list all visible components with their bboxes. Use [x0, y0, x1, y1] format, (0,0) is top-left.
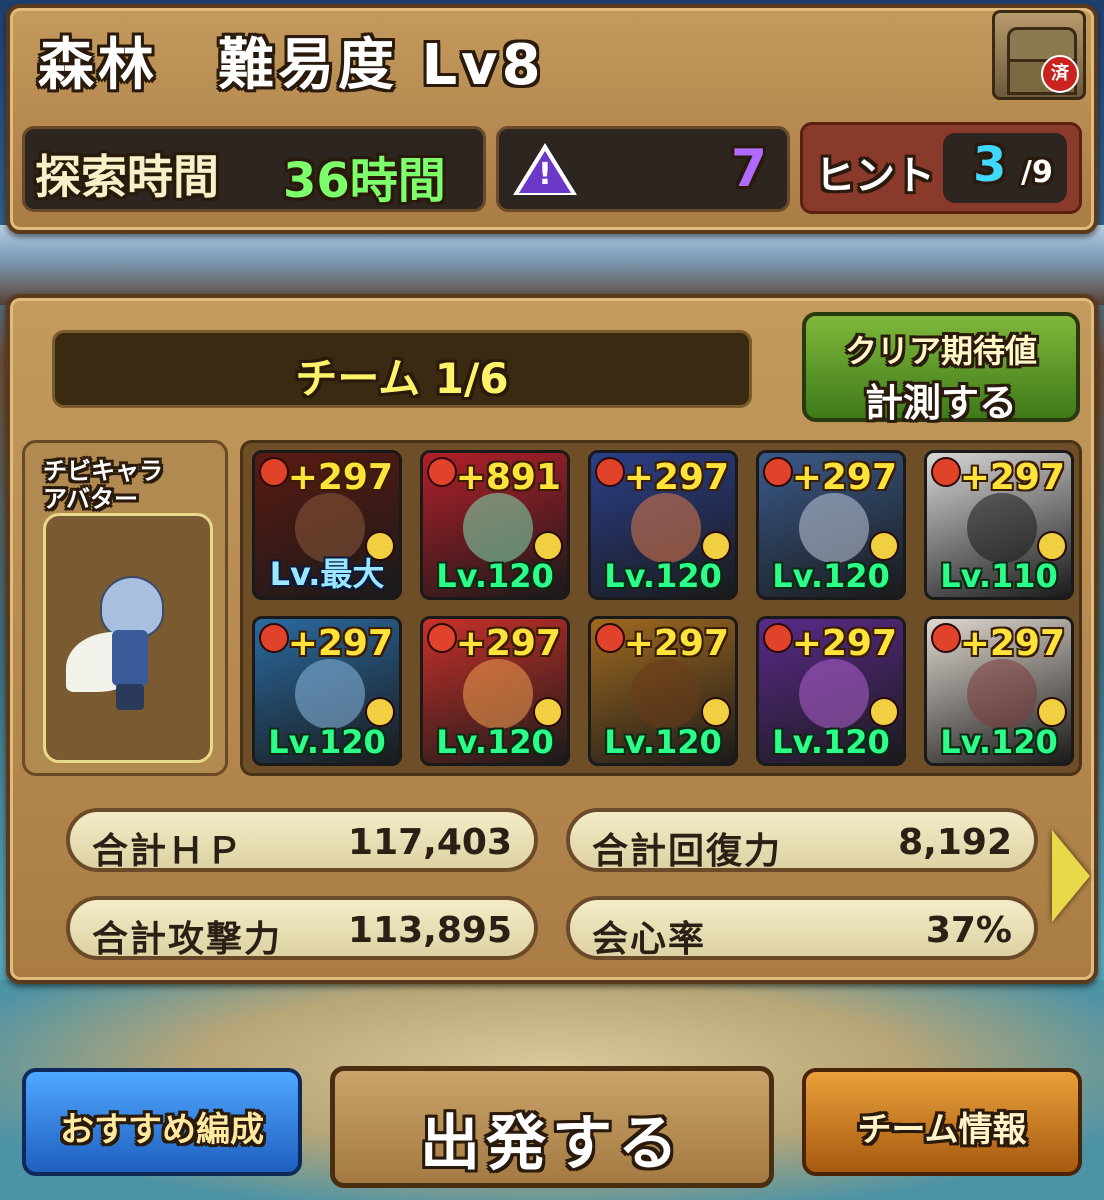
unit-level: Lv.120: [772, 723, 890, 761]
unit-portrait: [799, 659, 869, 729]
unit-portrait: [967, 493, 1037, 563]
hint-box[interactable]: ヒント 3 /9: [800, 122, 1082, 214]
fire-attribute-icon: [259, 623, 289, 653]
unit-portrait: [295, 659, 365, 729]
page-title: 森林 難易度 Lv8: [38, 33, 545, 98]
explore-time-value: 36時間: [283, 153, 446, 209]
warning-count: 7: [730, 139, 767, 199]
unit-portrait: [463, 659, 533, 729]
avatar: [66, 576, 170, 716]
warning-icon-mark: !: [538, 157, 552, 192]
team-unit-card[interactable]: +891 Lv.120: [420, 450, 570, 600]
unit-portrait: [631, 659, 701, 729]
stat-total-attack-label: 合計攻撃力: [92, 919, 283, 960]
team-unit-card[interactable]: +297 Lv.120: [756, 450, 906, 600]
clear-expectation-button[interactable]: クリア期待値 計測する: [802, 312, 1080, 425]
team-unit-card[interactable]: +297 Lv.110: [924, 450, 1074, 600]
clear-expectation-line2: 計測する: [864, 381, 1017, 425]
clear-expectation-line1: クリア期待値: [844, 332, 1037, 370]
treasure-chest-icon[interactable]: 済: [992, 10, 1086, 100]
unit-level: Lv.120: [604, 723, 722, 761]
unit-portrait: [799, 493, 869, 563]
fire-attribute-icon: [427, 623, 457, 653]
unit-plus-value: +891: [455, 457, 561, 498]
fire-attribute-icon: [763, 457, 793, 487]
background-mountains: [0, 225, 1104, 305]
fire-attribute-icon: [931, 623, 961, 653]
team-unit-card[interactable]: +297 Lv.120: [588, 450, 738, 600]
team-info-label: チーム情報: [857, 1110, 1027, 1150]
team-unit-card[interactable]: +297 Lv.120: [420, 616, 570, 766]
stat-total-recovery: 合計回復力 8,192: [566, 808, 1038, 872]
unit-portrait: [463, 493, 533, 563]
stat-total-attack: 合計攻撃力 113,895: [66, 896, 538, 960]
fire-attribute-icon: [427, 457, 457, 487]
unit-plus-value: +297: [287, 623, 393, 664]
fire-attribute-icon: [595, 457, 625, 487]
stat-crit-rate-label: 会心率: [592, 919, 707, 960]
recommend-team-button[interactable]: おすすめ編成: [22, 1068, 302, 1176]
unit-level: Lv.120: [604, 557, 722, 595]
stat-total-recovery-label: 合計回復力: [592, 831, 783, 872]
stat-total-recovery-value: 8,192: [898, 822, 1012, 863]
unit-level: Lv.120: [940, 723, 1058, 761]
fire-attribute-icon: [931, 457, 961, 487]
team-unit-card[interactable]: +297 Lv.120: [924, 616, 1074, 766]
explore-time-box: 探索時間 36時間: [22, 126, 486, 212]
avatar-body: [112, 630, 148, 686]
avatar-slot: [43, 513, 213, 763]
avatar-label-line2: アバター: [43, 485, 139, 513]
unit-level: Lv.120: [772, 557, 890, 595]
avatar-panel[interactable]: チビキャラ アバター: [22, 440, 228, 776]
unit-plus-value: +297: [455, 623, 561, 664]
team-unit-card[interactable]: +297 Lv.120: [756, 616, 906, 766]
unit-level: Lv.110: [940, 557, 1058, 595]
stat-crit-rate-value: 37%: [925, 910, 1012, 951]
hint-counter: 3 /9: [943, 133, 1067, 203]
unit-level: Lv.120: [436, 723, 554, 761]
team-info-button[interactable]: チーム情報: [802, 1068, 1082, 1176]
unit-plus-value: +297: [287, 457, 393, 498]
hint-label: ヒント: [815, 153, 935, 199]
unit-level: Lv.120: [268, 723, 386, 761]
hint-value: 3: [973, 137, 1007, 193]
unit-plus-value: +297: [791, 457, 897, 498]
avatar-hair: [100, 576, 164, 638]
unit-portrait: [631, 493, 701, 563]
unit-level: Lv.120: [436, 557, 554, 595]
stat-total-attack-value: 113,895: [348, 910, 512, 951]
stat-crit-rate: 会心率 37%: [566, 896, 1038, 960]
unit-level: Lv.最大: [269, 555, 385, 593]
depart-label: 出発する: [420, 1109, 684, 1179]
stat-total-hp-label: 合計ＨＰ: [92, 831, 245, 872]
stat-total-hp: 合計ＨＰ 117,403: [66, 808, 538, 872]
next-arrow-icon[interactable]: [1052, 830, 1090, 922]
unit-plus-value: +297: [959, 623, 1065, 664]
fire-attribute-icon: [763, 623, 793, 653]
warning-box[interactable]: ! 7: [496, 126, 790, 212]
unit-portrait: [967, 659, 1037, 729]
depart-button[interactable]: 出発する: [330, 1066, 774, 1188]
recommend-team-label: おすすめ編成: [60, 1110, 264, 1150]
unit-plus-value: +297: [623, 623, 729, 664]
fire-attribute-icon: [595, 623, 625, 653]
hint-total: /9: [1021, 155, 1053, 190]
team-unit-card[interactable]: +297 Lv.最大: [252, 450, 402, 600]
unit-plus-value: +297: [623, 457, 729, 498]
unit-plus-value: +297: [959, 457, 1065, 498]
unit-plus-value: +297: [791, 623, 897, 664]
team-unit-card[interactable]: +297 Lv.120: [588, 616, 738, 766]
team-label-bar[interactable]: チーム 1/6: [52, 330, 752, 408]
team-label: チーム 1/6: [295, 354, 509, 403]
team-unit-card[interactable]: +297 Lv.120: [252, 616, 402, 766]
avatar-legs: [116, 684, 144, 710]
stat-total-hp-value: 117,403: [348, 822, 512, 863]
completed-badge: 済: [1041, 55, 1079, 93]
fire-attribute-icon: [259, 457, 289, 487]
explore-time-label: 探索時間: [35, 150, 219, 204]
